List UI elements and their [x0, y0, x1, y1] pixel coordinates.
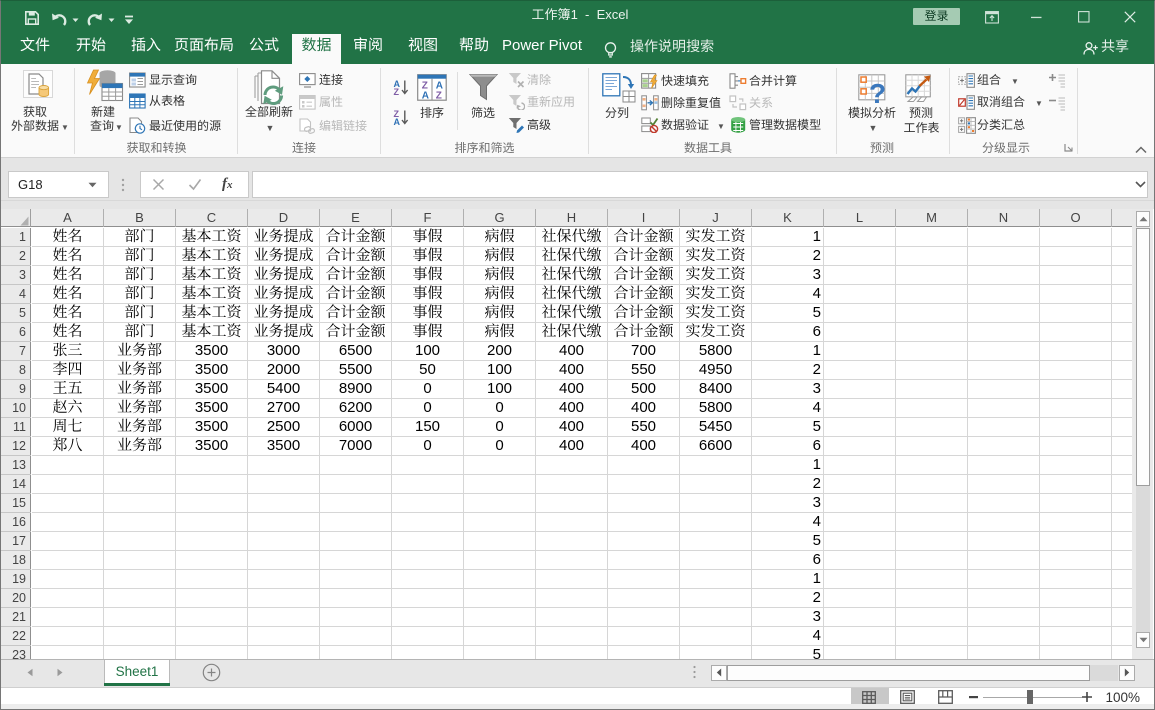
svg-text:A: A	[394, 117, 401, 126]
svg-text:Z: Z	[436, 91, 442, 102]
svg-text:?: ?	[869, 78, 886, 106]
svg-text:A: A	[422, 91, 429, 102]
svg-text:Z: Z	[394, 87, 400, 96]
